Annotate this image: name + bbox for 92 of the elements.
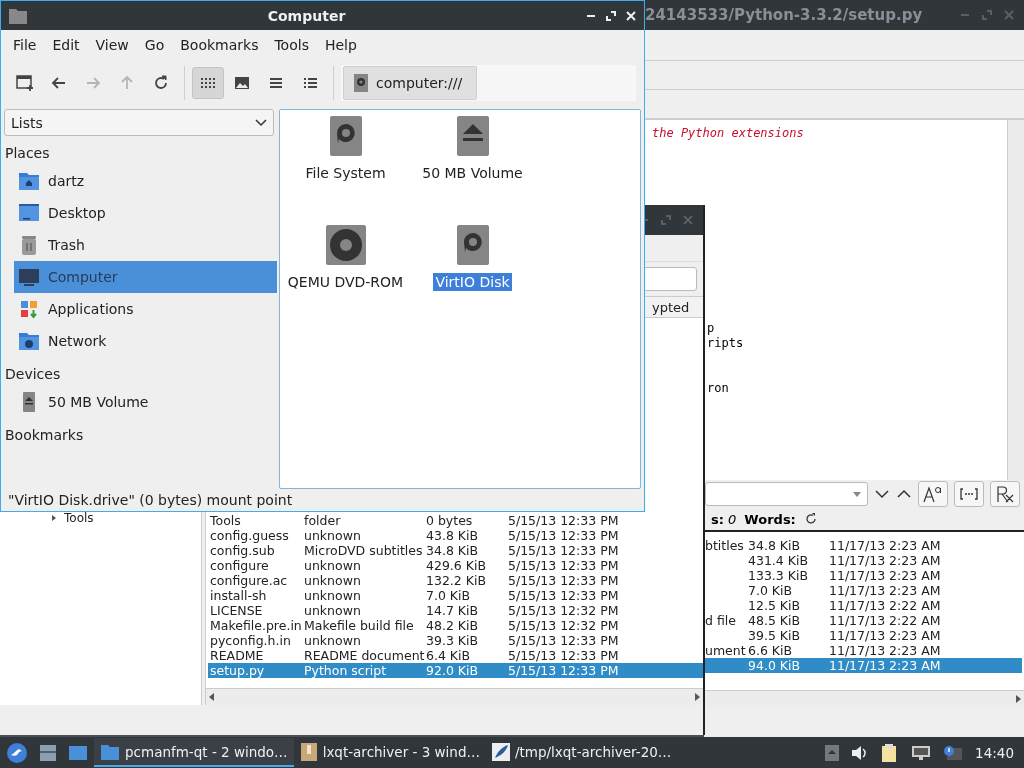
menu-item[interactable]: View: [87, 37, 137, 53]
file-label[interactable]: 50 MB Volume: [420, 164, 525, 182]
menu-item[interactable]: Edit: [44, 37, 88, 53]
file-row[interactable]: config.sub MicroDVD subtitles 34.8 KiB 5/15/13 12:33 PM: [208, 543, 703, 558]
menu-item[interactable]: Bookmarks: [172, 37, 267, 53]
character-count: s: 0: [711, 511, 737, 527]
file-row[interactable]: d file 48.5 KiB 11/17/13 2:22 AM: [704, 613, 1022, 628]
reload-icon: [152, 74, 170, 92]
words-label: Words:: [744, 511, 796, 527]
file-row[interactable]: Tools folder 0 bytes 5/15/13 12:33 PM: [208, 513, 703, 528]
file-row[interactable]: Makefile.pre.in Makefile build file 48.2 KiB 5/15/13 12:32 PM: [208, 618, 703, 633]
file-row[interactable]: 12.5 KiB 11/17/13 2:22 AM: [704, 598, 1022, 613]
window-title: 24143533/Python-3.3.2/setup.py: [645, 6, 924, 24]
file-row[interactable]: 39.5 KiB 11/17/13 2:23 AM: [704, 628, 1022, 643]
sidebar-item[interactable]: 50 MB Volume: [14, 386, 277, 418]
dropdown-arrow-icon: [853, 491, 861, 497]
refresh-icon[interactable]: [803, 512, 818, 526]
taskbar-button[interactable]: pcmanfm-qt - 2 windo…: [94, 738, 294, 767]
eject-icon: [456, 116, 489, 156]
window-title: Computer: [266, 7, 347, 24]
folder-icon: [100, 742, 120, 761]
drive-icon: [354, 74, 368, 92]
monitor-icon: [18, 266, 40, 288]
folder-icon: [9, 7, 27, 24]
text-field[interactable]: [643, 267, 697, 291]
sidebar-section-title: Places: [4, 144, 51, 163]
file-row[interactable]: setup.py Python script 92.0 KiB 5/15/13 12:33 PM: [208, 663, 703, 678]
view-mode-button[interactable]: [192, 67, 224, 99]
file-row[interactable]: LICENSE unknown 14.7 KiB 5/15/13 12:32 PM: [208, 603, 703, 618]
expand-arrow-icon[interactable]: [50, 514, 58, 522]
path-button[interactable]: computer:///: [343, 66, 477, 100]
file-row[interactable]: config.guess unknown 43.8 KiB 5/15/13 12:33 PM: [208, 528, 703, 543]
image-icon: [233, 74, 251, 92]
regex-icon: [995, 485, 1015, 503]
file-row[interactable]: 94.0 KiB 11/17/13 2:23 AM: [704, 658, 1022, 673]
tree-item[interactable]: Tools: [64, 511, 94, 525]
chevron-down-icon: [255, 118, 267, 127]
bird-logo-icon[interactable]: [6, 741, 28, 764]
home-folder-icon: [18, 170, 40, 192]
menu-item[interactable]: Help: [316, 37, 365, 53]
whole-word-button[interactable]: [954, 481, 984, 507]
sidebar-section-title: Bookmarks: [4, 426, 85, 445]
side-pane-dropdown[interactable]: Lists: [4, 109, 274, 136]
sidebar-section-title: Devices: [4, 365, 62, 384]
code-line: p: [706, 321, 716, 336]
network-folder-icon: [18, 330, 40, 352]
taskbar-button[interactable]: /tmp/lxqt-archiver-20…: [485, 738, 678, 767]
clock: 14:40: [975, 744, 1014, 761]
archive-box-icon: [299, 741, 318, 762]
code-line: ron: [706, 381, 730, 396]
match-case-button[interactable]: [918, 481, 948, 507]
whole-word-icon: [959, 487, 979, 501]
sidebar-item[interactable]: dartz: [14, 165, 277, 197]
file-row[interactable]: 133.3 KiB 11/17/13 2:23 AM: [704, 568, 1022, 583]
drive-icon: [329, 116, 362, 156]
menu-item[interactable]: Go: [136, 37, 173, 53]
file-cabinet-icon[interactable]: [38, 742, 58, 763]
match-case-icon: [923, 485, 943, 503]
file-row[interactable]: 431.4 KiB 11/17/13 2:23 AM: [704, 553, 1022, 568]
code-comment: the Python extensions: [651, 126, 805, 141]
file-label[interactable]: VirtIO Disk: [433, 273, 512, 291]
apps-grid-icon: [18, 298, 40, 320]
file-row[interactable]: README README document 6.4 KiB 5/15/13 12:33 PM: [208, 648, 703, 663]
notification-icon[interactable]: [943, 744, 964, 761]
file-row[interactable]: configure unknown 429.6 KiB 5/15/13 12:33 PM: [208, 558, 703, 573]
sidebar-item[interactable]: Trash: [14, 229, 277, 261]
code-line: ripts: [706, 336, 745, 351]
file-row[interactable]: 7.0 KiB 11/17/13 2:23 AM: [704, 583, 1022, 598]
file-row[interactable]: pyconfig.h.in unknown 39.3 KiB 5/15/13 12:33 PM: [208, 633, 703, 648]
scrollbar[interactable]: [1007, 120, 1024, 480]
sidebar-item[interactable]: Network: [14, 325, 277, 357]
file-row[interactable]: install-sh unknown 7.0 KiB 5/15/13 12:33 PM: [208, 588, 703, 603]
network-icon[interactable]: [911, 744, 932, 761]
taskbar-button[interactable]: lxqt-archiver - 3 wind…: [293, 738, 486, 767]
file-row[interactable]: configure.ac unknown 132.2 KiB 5/15/13 12:33 PM: [208, 573, 703, 588]
column-header[interactable]: ypted: [652, 299, 690, 315]
drive-icon: [456, 225, 489, 265]
file-row[interactable]: ument 6.6 KiB 11/17/13 2:23 AM: [704, 643, 1022, 658]
status-text: "VirtIO Disk.drive" (0 bytes) mount point: [7, 491, 294, 510]
file-label[interactable]: QEMU DVD-ROM: [285, 273, 406, 291]
search-field[interactable]: [705, 482, 868, 506]
desktop-icon: [18, 202, 40, 224]
regex-button[interactable]: [990, 481, 1020, 507]
new-window-icon: [16, 74, 34, 92]
menu-item[interactable]: File: [5, 37, 45, 53]
file-row[interactable]: btitles 34.8 KiB 11/17/13 2:23 AM: [704, 538, 1022, 553]
sidebar-item[interactable]: Applications: [14, 293, 277, 325]
menu-item[interactable]: Tools: [266, 37, 317, 53]
horizontal-scrollbar[interactable]: [206, 688, 703, 705]
file-label[interactable]: File System: [303, 164, 388, 182]
sidebar-item[interactable]: Desktop: [14, 197, 277, 229]
quill-icon: [491, 742, 510, 761]
